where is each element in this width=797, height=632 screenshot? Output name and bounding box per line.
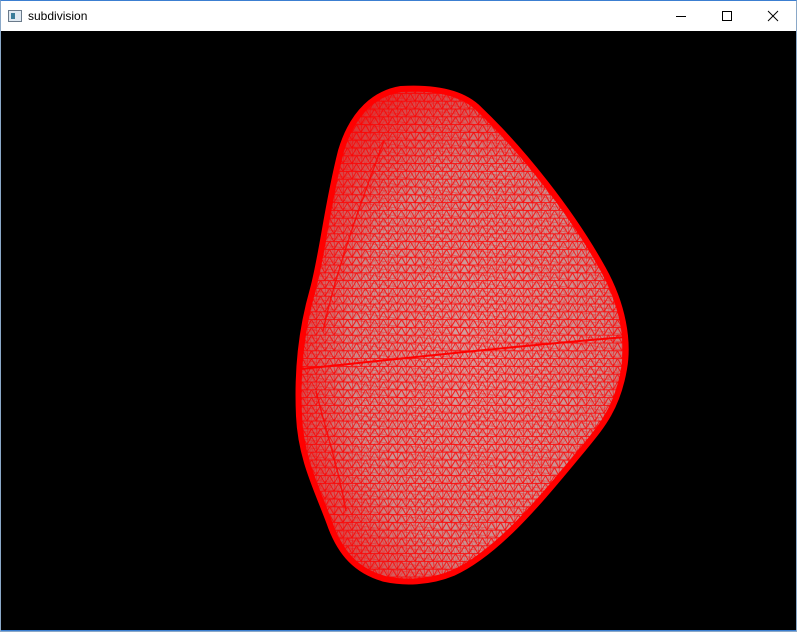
title-bar[interactable]: subdivision <box>1 1 796 31</box>
close-button[interactable] <box>750 1 796 31</box>
maximize-button[interactable] <box>704 1 750 31</box>
app-window-icon <box>8 10 22 22</box>
close-icon <box>767 10 779 22</box>
subdivision-mesh-canvas <box>1 31 796 631</box>
window-bottom-border <box>1 630 796 631</box>
application-window: subdivision <box>0 0 797 632</box>
window-controls <box>658 1 796 31</box>
subdivision-mesh <box>224 46 695 631</box>
minimize-icon <box>676 16 686 17</box>
render-viewport[interactable] <box>1 31 796 631</box>
window-title: subdivision <box>28 9 88 23</box>
minimize-button[interactable] <box>658 1 704 31</box>
maximize-icon <box>722 11 732 21</box>
